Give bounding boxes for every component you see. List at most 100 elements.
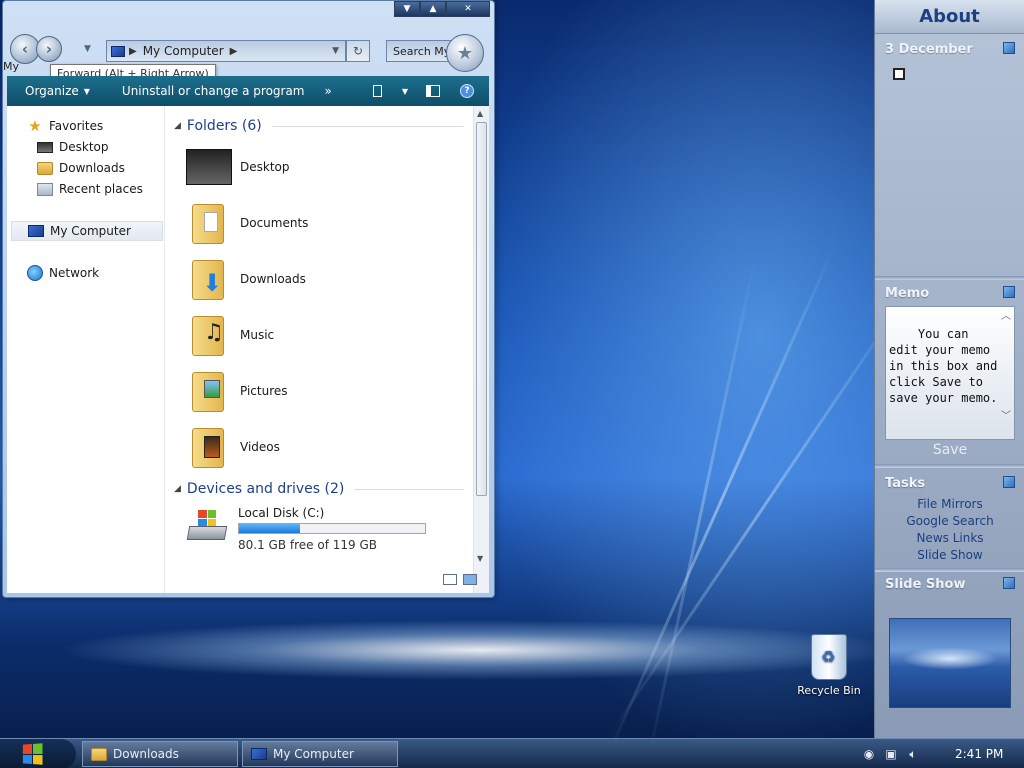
scrollbar-thumb[interactable] [476, 122, 487, 496]
refresh-button[interactable]: ↻ [346, 40, 370, 62]
recent-pages-chevron-icon[interactable]: ▼ [84, 44, 91, 54]
search-button[interactable]: ★ [446, 34, 484, 72]
organize-button[interactable]: Organize ▼ [15, 84, 100, 98]
view-options-button[interactable]: ▼ [391, 87, 419, 96]
taskbar-item-label: Downloads [113, 747, 179, 761]
tray-circle-icon[interactable]: ◉ [862, 747, 876, 761]
large-icons-view-icon[interactable] [463, 574, 477, 585]
view-switcher [443, 574, 477, 585]
nav-downloads[interactable]: Downloads [37, 158, 125, 178]
task-news-links[interactable]: News Links [875, 530, 1024, 547]
minimize-button[interactable]: ▼ [394, 1, 420, 17]
double-chevron-icon: » [324, 84, 332, 98]
folder-label: Videos [240, 440, 280, 454]
calendar-gadget: 3 December [885, 38, 1015, 276]
folders-group-label: Folders (6) [186, 118, 262, 134]
volume-icon[interactable]: 🔈︎ [906, 747, 920, 761]
sidebar-divider [875, 276, 1024, 280]
window-controls: ▼ ▲ ✕ [394, 1, 490, 17]
documents-folder-icon [186, 200, 232, 246]
downloads-folder-icon: ⬇ [186, 256, 232, 302]
drive-usage-fill [239, 524, 300, 533]
organize-label: Organize [25, 84, 79, 98]
tasks-gadget-icon[interactable] [1003, 476, 1015, 488]
drive-item-c[interactable]: Local Disk (C:) 80.1 GB free of 119 GB [186, 506, 426, 552]
nav-desktop[interactable]: Desktop [37, 137, 109, 157]
memo-save-button[interactable]: Save [875, 442, 1024, 458]
memo-gadget-icon[interactable] [1003, 286, 1015, 298]
memo-scroll-down-icon[interactable]: ﹀ [1001, 409, 1011, 425]
desktop-icon [186, 144, 232, 190]
slideshow-header: Slide Show [875, 573, 1024, 596]
folder-label: Desktop [240, 160, 290, 174]
memo-textarea[interactable]: You can edit your memo in this box and c… [885, 306, 1015, 440]
calendar-gadget-icon[interactable] [1003, 42, 1015, 54]
breadcrumb-chevron-icon[interactable]: ▶ [129, 46, 137, 57]
uninstall-program-button[interactable]: Uninstall or change a program [112, 84, 315, 98]
slideshow-image[interactable] [889, 618, 1011, 708]
details-view-icon[interactable] [443, 574, 457, 585]
more-commands-button[interactable]: » [315, 84, 342, 98]
videos-folder-icon [186, 424, 232, 470]
windows-logo-icon [22, 743, 43, 765]
recycle-bin[interactable]: Recycle Bin [796, 634, 862, 697]
drive-info: Local Disk (C:) 80.1 GB free of 119 GB [238, 506, 426, 552]
nav-computer-label: My Computer [50, 224, 131, 238]
memo-text: You can edit your memo in this box and c… [889, 327, 1005, 405]
address-bar[interactable]: ▶ My Computer ▶ ▼ [106, 40, 346, 62]
address-dropdown-icon[interactable]: ▼ [332, 46, 345, 56]
vertical-scrollbar[interactable]: ▲ ▼ [473, 106, 489, 593]
tasks-header: Tasks [875, 472, 1024, 495]
drive-free-space: 80.1 GB free of 119 GB [238, 538, 377, 552]
explorer-content: ★ Favorites Desktop Downloads Recent pla… [7, 106, 489, 593]
sidebar-divider [875, 568, 1024, 572]
sidebar: About 3 December Memo You can edit your … [874, 0, 1024, 738]
nav-downloads-label: Downloads [59, 161, 125, 175]
task-slide-show[interactable]: Slide Show [875, 547, 1024, 564]
nav-my-computer[interactable]: My Computer [11, 221, 163, 241]
clock[interactable]: 2:41 PM [955, 747, 1003, 761]
help-button[interactable]: ? [453, 84, 481, 98]
navigation-pane: ★ Favorites Desktop Downloads Recent pla… [7, 106, 165, 593]
folder-item-documents[interactable]: Documents [186, 200, 308, 246]
folder-item-pictures[interactable]: Pictures [186, 368, 288, 414]
memo-scroll-up-icon[interactable]: ︿ [1001, 309, 1011, 325]
slideshow-gadget-icon[interactable] [1003, 577, 1015, 589]
network-icon [27, 265, 43, 281]
calendar-square-icon[interactable] [893, 68, 905, 80]
folders-group-header[interactable]: ◢ Folders (6) [174, 118, 464, 134]
folder-label: Documents [240, 216, 309, 230]
breadcrumb-chevron-icon[interactable]: ▶ [230, 46, 238, 57]
nav-recent-label: Recent places [59, 182, 143, 196]
desktop-icon [37, 141, 53, 153]
folder-item-videos[interactable]: Videos [186, 424, 280, 470]
recycle-bin-label: Recycle Bin [797, 684, 861, 697]
close-button[interactable]: ✕ [446, 1, 490, 17]
maximize-button[interactable]: ▲ [420, 1, 446, 17]
tasks-label: Tasks [885, 476, 926, 491]
breadcrumb-my-computer[interactable]: My Computer [143, 44, 224, 58]
refresh-icon: ↻ [352, 44, 364, 58]
preview-pane-button[interactable] [419, 85, 447, 97]
task-file-mirrors[interactable]: File Mirrors [875, 496, 1024, 513]
music-folder-icon: ♫ [186, 312, 232, 358]
start-button[interactable] [0, 739, 76, 768]
forward-button[interactable]: › [36, 36, 62, 62]
task-google-search[interactable]: Google Search [875, 513, 1024, 530]
folder-item-downloads[interactable]: ⬇ Downloads [186, 256, 306, 302]
devices-group-header[interactable]: ◢ Devices and drives (2) [174, 481, 464, 497]
taskbar-item-downloads[interactable]: Downloads [82, 741, 238, 767]
scroll-up-icon[interactable]: ▲ [477, 109, 483, 118]
sidebar-title: About [875, 0, 1024, 34]
network-tray-icon[interactable]: ▣ [884, 747, 898, 761]
scroll-down-icon[interactable]: ▼ [477, 554, 483, 563]
collapse-arrow-icon: ◢ [174, 121, 181, 131]
nav-network[interactable]: Network [27, 263, 99, 283]
change-view-button[interactable] [363, 85, 391, 97]
taskbar-item-my-computer[interactable]: My Computer [242, 741, 398, 767]
nav-favorites[interactable]: ★ Favorites [27, 116, 103, 136]
nav-recent-places[interactable]: Recent places [37, 179, 143, 199]
help-icon: ? [460, 84, 474, 98]
folder-item-music[interactable]: ♫ Music [186, 312, 274, 358]
folder-item-desktop[interactable]: Desktop [186, 144, 290, 190]
